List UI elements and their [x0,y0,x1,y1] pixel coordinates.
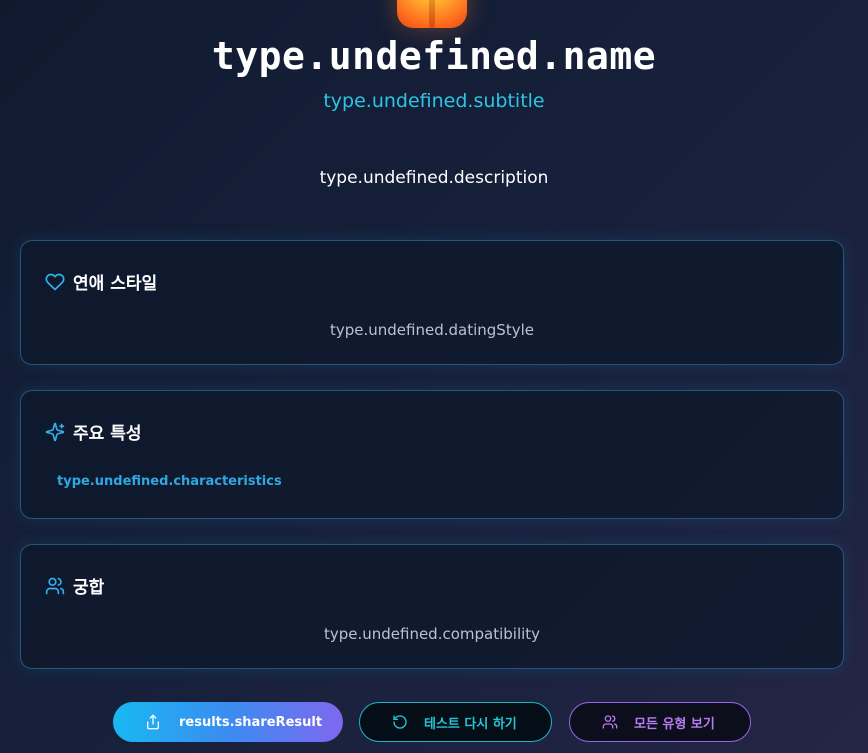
dating-style-text: type.undefined.datingStyle [330,321,534,339]
share-icon [145,714,161,730]
compatibility-text: type.undefined.compatibility [323,625,541,643]
dating-style-card-header: 연애 스타일 [45,269,157,294]
compatibility-card-title: 궁합 [73,578,105,598]
retry-test-label: 테스트 다시 하기 [424,716,517,732]
dating-style-card: 연애 스타일 type.undefined.datingStyle [20,240,844,365]
type-description: type.undefined.description [319,168,549,188]
refresh-icon [392,714,408,730]
characteristics-text: type.undefined.characteristics [57,474,282,489]
retry-test-button[interactable]: 테스트 다시 하기 [359,702,552,742]
share-result-button[interactable]: results.shareResult [113,702,343,742]
heart-icon [45,272,65,292]
dating-style-card-title: 연애 스타일 [73,274,158,294]
view-all-types-button[interactable]: 모든 유형 보기 [569,702,751,742]
type-name-title: type.undefined.name [211,34,657,78]
share-result-label: results.shareResult [179,714,323,730]
result-page: type.undefined.name type.undefined.subti… [0,0,868,753]
compatibility-card: 궁합 type.undefined.compatibility [20,544,844,669]
users-icon [602,714,618,730]
type-avatar-image [397,0,467,28]
characteristics-card-header: 주요 특성 [45,419,141,444]
characteristics-card: 주요 특성 type.undefined.characteristics [20,390,844,519]
avatar-shading [429,0,435,28]
users-icon [45,576,65,596]
compatibility-card-header: 궁합 [45,573,104,598]
type-subtitle: type.undefined.subtitle [323,90,545,112]
view-all-types-label: 모든 유형 보기 [634,716,715,732]
characteristics-card-title: 주요 특성 [73,424,142,444]
sparkles-icon [45,422,65,442]
